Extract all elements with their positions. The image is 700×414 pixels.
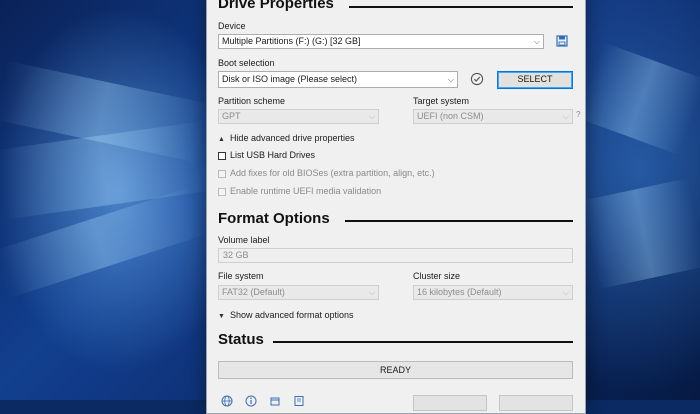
start-button[interactable] <box>413 395 487 411</box>
volume-label-value: 32 GB <box>223 250 249 260</box>
chevron-down-icon: ⌵ <box>562 288 569 297</box>
status-heading: Status <box>218 331 264 348</box>
chevron-down-icon: ⌵ <box>368 288 375 297</box>
boot-selection-value: Disk or ISO image (Please select) <box>222 74 358 84</box>
show-advanced-format-label: Show advanced format options <box>229 310 354 320</box>
close-button[interactable] <box>499 395 573 411</box>
select-button[interactable]: SELECT <box>497 71 573 89</box>
target-system-dropdown[interactable]: UEFI (non CSM) ⌵ <box>413 109 573 124</box>
volume-label-input[interactable]: 32 GB <box>218 248 573 263</box>
partition-scheme-value: GPT <box>222 111 241 121</box>
help-icon[interactable]: ? <box>576 110 580 119</box>
partition-scheme-dropdown[interactable]: GPT ⌵ <box>218 109 379 124</box>
add-fixes-checkbox[interactable] <box>218 170 226 178</box>
list-usb-checkbox[interactable] <box>218 152 226 160</box>
chevron-down-icon: ⌵ <box>447 75 454 84</box>
volume-label-label: Volume label <box>218 235 270 245</box>
chevron-up-icon: ▲ <box>218 136 225 143</box>
show-advanced-format-toggle[interactable]: ▼ Show advanced format options <box>218 310 354 320</box>
settings-icon[interactable] <box>268 395 281 408</box>
section-divider <box>345 220 573 222</box>
device-value: Multiple Partitions (F:) (G:) [32 GB] <box>222 36 361 46</box>
status-text: READY <box>379 365 411 375</box>
device-label: Device <box>218 21 246 31</box>
cluster-size-label: Cluster size <box>413 271 461 281</box>
chevron-down-icon: ▼ <box>218 313 225 320</box>
add-fixes-label: Add fixes for old BIOSes (extra partitio… <box>230 168 435 178</box>
chevron-down-icon: ⌵ <box>533 37 540 46</box>
device-dropdown[interactable]: Multiple Partitions (F:) (G:) [32 GB] ⌵ <box>218 34 544 49</box>
hide-advanced-drive-toggle[interactable]: ▲ Hide advanced drive properties <box>218 133 355 143</box>
file-system-dropdown[interactable]: FAT32 (Default) ⌵ <box>218 285 379 300</box>
cluster-size-dropdown[interactable]: 16 kilobytes (Default) ⌵ <box>413 285 573 300</box>
light-beam <box>576 42 700 156</box>
cluster-size-value: 16 kilobytes (Default) <box>417 287 502 297</box>
uefi-validation-label: Enable runtime UEFI media validation <box>230 186 382 196</box>
format-options-heading: Format Options <box>218 210 330 227</box>
file-system-label: File system <box>218 271 264 281</box>
check-circle-icon[interactable] <box>470 72 484 86</box>
target-system-label: Target system <box>413 96 470 106</box>
info-icon[interactable] <box>244 395 257 408</box>
log-icon[interactable] <box>292 395 305 408</box>
globe-icon[interactable] <box>220 395 233 408</box>
rufus-window: Drive Properties Device Multiple Partiti… <box>206 0 586 414</box>
file-system-value: FAT32 (Default) <box>222 287 285 297</box>
target-system-value: UEFI (non CSM) <box>417 111 484 121</box>
light-beam <box>580 178 700 290</box>
chevron-down-icon: ⌵ <box>368 112 375 121</box>
hide-advanced-drive-label: Hide advanced drive properties <box>229 133 355 143</box>
boot-selection-dropdown[interactable]: Disk or ISO image (Please select) ⌵ <box>218 71 458 88</box>
partition-scheme-label: Partition scheme <box>218 96 286 106</box>
boot-selection-label: Boot selection <box>218 58 275 68</box>
chevron-down-icon: ⌵ <box>562 112 569 121</box>
list-usb-label: List USB Hard Drives <box>230 150 316 160</box>
drive-properties-heading: Drive Properties <box>218 0 334 12</box>
save-icon[interactable] <box>556 35 568 47</box>
status-progress-bar: READY <box>218 361 573 379</box>
section-divider <box>349 6 573 8</box>
section-divider <box>273 341 573 343</box>
uefi-validation-checkbox[interactable] <box>218 188 226 196</box>
